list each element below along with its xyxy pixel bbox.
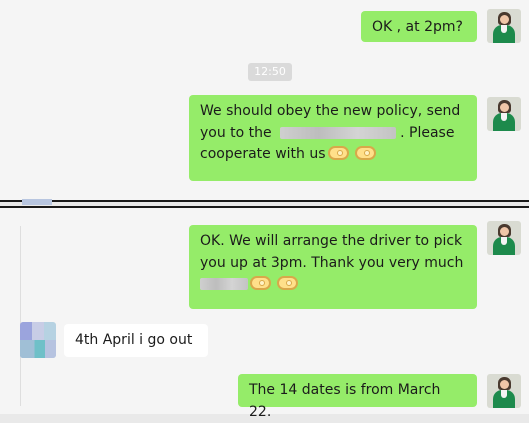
- message-line: you to the . Please: [200, 123, 466, 145]
- timestamp: 12:50: [248, 63, 292, 81]
- partial-element: [22, 199, 52, 205]
- chat-panel-top: OK , at 2pm? 12:50 We should obey the ne…: [0, 0, 529, 202]
- message-text: cooperate with us: [200, 146, 326, 163]
- self-avatar[interactable]: [487, 97, 521, 131]
- handshake-icon: [277, 276, 298, 291]
- self-avatar[interactable]: [487, 9, 521, 43]
- message-bubble-incoming[interactable]: 4th April i go out: [64, 324, 208, 357]
- message-bubble-outgoing[interactable]: The 14 dates is from March 22.: [238, 374, 477, 420]
- message-bubble-outgoing[interactable]: We should obey the new policy, send you …: [189, 95, 477, 181]
- self-avatar[interactable]: [487, 374, 521, 408]
- redacted-text: [200, 278, 248, 291]
- handshake-icon: [354, 146, 376, 161]
- message-text: The 14 dates is from March 22.: [249, 382, 441, 420]
- message-bubble-outgoing[interactable]: OK , at 2pm?: [361, 11, 477, 42]
- self-avatar[interactable]: [487, 221, 521, 255]
- handshake-icon: [250, 276, 271, 291]
- message-line: OK. We will arrange the driver to pick: [200, 233, 463, 249]
- divider: [20, 226, 21, 406]
- message-line: you up at 3pm. Thank you very much: [200, 254, 464, 271]
- message-bubble-outgoing[interactable]: OK. We will arrange the driver to pick y…: [189, 225, 477, 309]
- message-line: cooperate with us: [200, 144, 466, 166]
- message-text: OK , at 2pm?: [372, 19, 463, 35]
- message-text: . Please: [400, 124, 455, 141]
- message-line: [200, 274, 466, 296]
- message-text: 4th April i go out: [75, 332, 193, 348]
- handshake-icon: [327, 146, 349, 161]
- message-line: We should obey the new policy, send: [200, 103, 461, 119]
- redacted-text: [280, 126, 397, 139]
- contact-avatar[interactable]: [20, 322, 56, 358]
- message-text: you to the: [200, 124, 272, 141]
